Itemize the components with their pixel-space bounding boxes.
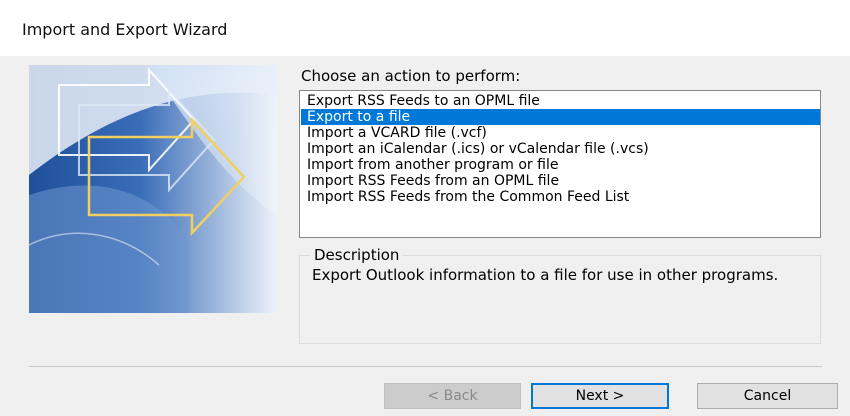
action-list-item[interactable]: Export RSS Feeds to an OPML file (301, 93, 820, 109)
action-list-item[interactable]: Import RSS Feeds from the Common Feed Li… (301, 189, 820, 205)
divider (29, 366, 822, 367)
action-list-item[interactable]: Export to a file (301, 109, 820, 125)
action-listbox[interactable]: Export RSS Feeds to an OPML file Export t… (299, 90, 821, 238)
action-list-item[interactable]: Import from another program or file (301, 157, 820, 173)
wizard-graphic-icon (29, 65, 277, 313)
title-bar: Import and Export Wizard (0, 0, 850, 56)
next-button[interactable]: Next > (531, 383, 669, 409)
description-legend: Description (310, 246, 404, 264)
action-list-item[interactable]: Import a VCARD file (.vcf) (301, 125, 820, 141)
description-text: Export Outlook information to a file for… (312, 266, 779, 284)
action-prompt-label: Choose an action to perform: (301, 67, 521, 85)
action-list-item[interactable]: Import an iCalendar (.ics) or vCalendar … (301, 141, 820, 157)
window-title: Import and Export Wizard (22, 20, 228, 39)
description-group: Description Export Outlook information t… (299, 246, 821, 344)
action-list-item[interactable]: Import RSS Feeds from an OPML file (301, 173, 820, 189)
cancel-button[interactable]: Cancel (697, 383, 838, 409)
back-button[interactable]: < Back (384, 383, 521, 409)
